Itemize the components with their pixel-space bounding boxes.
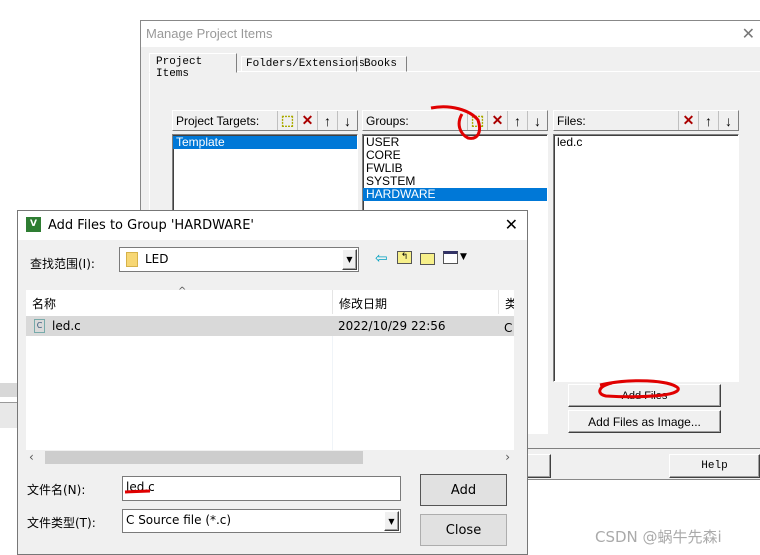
watermark: CSDN @蜗牛先森i — [595, 528, 722, 546]
annotation-underline-filename — [124, 489, 151, 494]
annotation-marks — [124, 105, 680, 494]
annotation-circle-add-files — [598, 379, 680, 399]
annotation-circle-new-group — [430, 105, 482, 140]
